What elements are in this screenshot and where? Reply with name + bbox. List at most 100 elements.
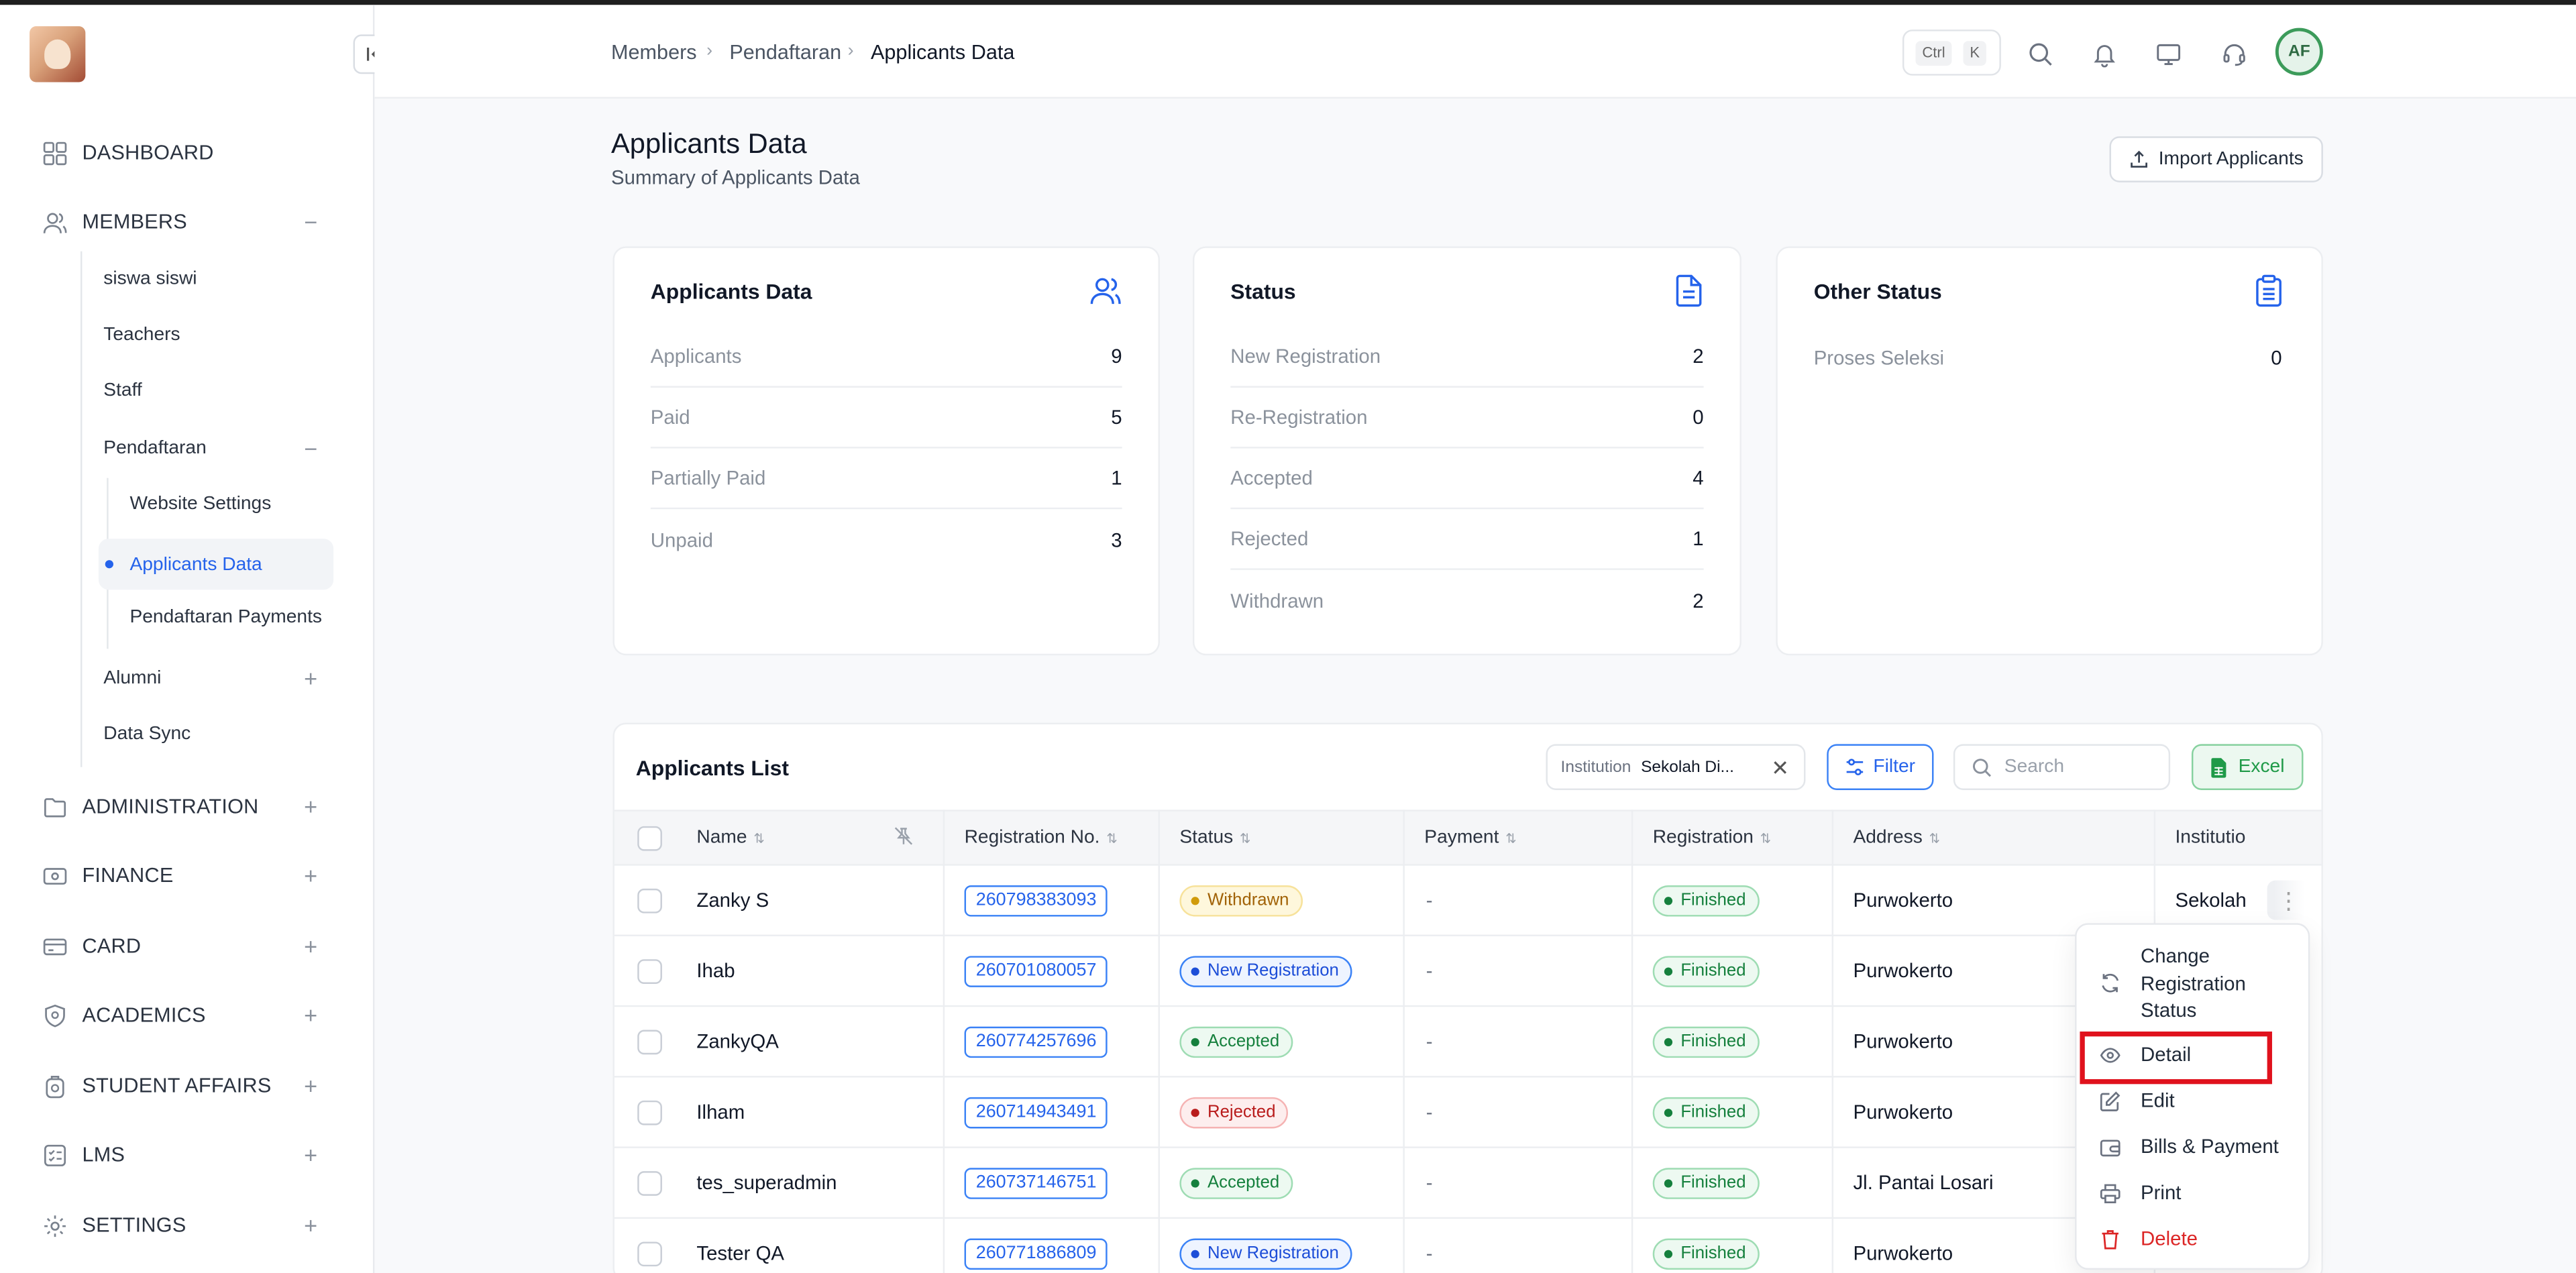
folder-icon xyxy=(43,794,68,819)
status-badge: Withdrawn xyxy=(1179,885,1303,917)
cell-name[interactable]: Ilham xyxy=(696,1101,745,1123)
row-checkbox[interactable] xyxy=(637,1171,662,1196)
collapse-members-icon[interactable]: − xyxy=(304,209,317,235)
menu-item-bills-payment[interactable]: Bills & Payment xyxy=(2077,1133,2312,1163)
breadcrumb-pendaftaran[interactable]: Pendaftaran xyxy=(729,41,841,64)
expand-icon[interactable]: + xyxy=(304,1212,317,1238)
table-row[interactable]: Tester QA 260771886809 New Registration … xyxy=(614,1219,2322,1273)
stat-row: Unpaid 3 xyxy=(651,509,1122,570)
cell-registration-no[interactable]: 260737146751 xyxy=(964,1168,1108,1199)
cell-name[interactable]: tes_superadmin xyxy=(696,1171,837,1194)
search-icon[interactable] xyxy=(2027,41,2053,67)
nav-dashboard[interactable]: DASHBOARD xyxy=(0,128,374,177)
nav-finance[interactable]: FINANCE + xyxy=(0,851,374,900)
headset-icon[interactable] xyxy=(2221,41,2247,67)
stat-label: Proses Seleksi xyxy=(1813,345,1945,369)
row-checkbox[interactable] xyxy=(637,1100,662,1125)
row-checkbox[interactable] xyxy=(637,888,662,914)
menu-item-change-status[interactable]: Change Registration Status xyxy=(2077,943,2312,1025)
cell-registration-no[interactable]: 260714943491 xyxy=(964,1097,1108,1129)
expand-icon[interactable]: + xyxy=(304,1002,317,1028)
sidebar-item-teachers[interactable]: Teachers xyxy=(103,311,180,359)
menu-item-print[interactable]: Print xyxy=(2077,1179,2312,1209)
column-header-institution[interactable]: Institutio xyxy=(2175,828,2245,847)
nav-members-label: MEMBERS xyxy=(82,210,187,233)
registration-badge: Finished xyxy=(1652,1238,1760,1270)
cell-registration-no[interactable]: 260774257696 xyxy=(964,1026,1108,1058)
sidebar-item-label: Applicants Data xyxy=(129,554,262,574)
sidebar-item-siswa-siswi[interactable]: siswa siswi xyxy=(103,255,197,304)
cell-name[interactable]: Tester QA xyxy=(696,1241,784,1264)
expand-icon[interactable]: + xyxy=(304,863,317,889)
expand-alumni-icon[interactable]: + xyxy=(304,665,317,691)
import-applicants-button[interactable]: Import Applicants xyxy=(2109,136,2323,182)
app-logo[interactable] xyxy=(30,26,86,82)
edit-icon xyxy=(2100,1091,2121,1112)
search-input[interactable]: Search xyxy=(1953,744,2171,790)
cell-payment: - xyxy=(1426,1030,1433,1053)
excel-export-button[interactable]: Excel xyxy=(2191,744,2304,790)
sidebar-item-staff[interactable]: Staff xyxy=(103,366,142,415)
sidebar-item-alumni[interactable]: Alumni + xyxy=(103,654,333,703)
sidebar-item-pendaftaran[interactable]: Pendaftaran − xyxy=(103,424,333,473)
bell-icon[interactable] xyxy=(2092,41,2118,68)
cell-name[interactable]: ZankyQA xyxy=(696,1030,778,1053)
cell-name[interactable]: Ihab xyxy=(696,959,735,982)
sidebar-item-label: siswa siswi xyxy=(103,269,197,290)
sidebar-item-data-sync[interactable]: Data Sync xyxy=(103,710,191,759)
column-header-payment[interactable]: Payment ⇅ xyxy=(1424,828,1516,847)
collapse-pendaftaran-icon[interactable]: − xyxy=(304,435,317,461)
expand-icon[interactable]: + xyxy=(304,793,317,820)
sidebar-item-applicants-data[interactable]: Applicants Data xyxy=(98,539,334,590)
menu-item-delete[interactable]: Delete xyxy=(2077,1225,2312,1255)
close-icon[interactable]: ✕ xyxy=(1771,756,1789,782)
table-row[interactable]: ZankyQA 260774257696 Accepted - Finished… xyxy=(614,1007,2322,1078)
column-header-registration-no[interactable]: Registration No. ⇅ xyxy=(965,828,1118,847)
row-checkbox[interactable] xyxy=(637,1030,662,1055)
nav-administration[interactable]: ADMINISTRATION + xyxy=(0,782,374,831)
column-header-name[interactable]: Name ⇅ xyxy=(696,828,764,847)
nav-student-affairs[interactable]: STUDENT AFFAIRS + xyxy=(0,1061,374,1110)
sort-icon: ⇅ xyxy=(1929,831,1941,846)
sidebar-item-pendaftaran-payments[interactable]: Pendaftaran Payments xyxy=(129,593,322,642)
select-all-checkbox[interactable] xyxy=(637,826,662,851)
trash-icon xyxy=(2100,1229,2121,1250)
cell-name[interactable]: Zanky S xyxy=(696,889,769,911)
nav-academics[interactable]: ACADEMICS + xyxy=(0,991,374,1040)
table-row[interactable]: Zanky S 260798383093 Withdrawn - Finishe… xyxy=(614,866,2322,936)
nav-lms[interactable]: LMS + xyxy=(0,1130,374,1179)
sort-icon: ⇅ xyxy=(1760,831,1772,846)
cell-registration-no[interactable]: 260771886809 xyxy=(964,1238,1108,1270)
column-header-address[interactable]: Address ⇅ xyxy=(1853,828,1940,847)
registration-badge: Finished xyxy=(1652,885,1760,917)
menu-item-edit[interactable]: Edit xyxy=(2077,1087,2312,1117)
avatar[interactable]: AF xyxy=(2275,27,2323,76)
column-header-status[interactable]: Status ⇅ xyxy=(1179,828,1250,847)
stat-row: Accepted 4 xyxy=(1230,449,1704,510)
sidebar-item-label: Staff xyxy=(103,381,142,401)
nav-settings[interactable]: SETTINGS + xyxy=(0,1201,374,1250)
row-checkbox[interactable] xyxy=(637,959,662,984)
unpin-icon[interactable] xyxy=(894,826,913,846)
filter-button[interactable]: Filter xyxy=(1827,744,1934,790)
command-palette-shortcut[interactable]: Ctrl K xyxy=(1902,30,2001,76)
expand-icon[interactable]: + xyxy=(304,933,317,959)
institution-filter-chip[interactable]: Institution Sekolah Di... ✕ xyxy=(1546,744,1806,790)
expand-icon[interactable]: + xyxy=(304,1142,317,1168)
stat-row: New Registration 2 xyxy=(1230,327,1704,388)
row-checkbox[interactable] xyxy=(637,1241,662,1267)
cell-registration-no[interactable]: 260798383093 xyxy=(964,885,1108,917)
nav-card[interactable]: CARD + xyxy=(0,922,374,971)
nav-members[interactable]: MEMBERS − xyxy=(0,197,374,246)
cell-registration-no[interactable]: 260701080057 xyxy=(964,956,1108,987)
monitor-icon[interactable] xyxy=(2155,41,2182,67)
breadcrumb-members[interactable]: Members xyxy=(611,41,697,64)
cell-payment: - xyxy=(1426,888,1433,912)
sidebar-item-website-settings[interactable]: Website Settings xyxy=(129,480,271,529)
table-row[interactable]: Ihab 260701080057 New Registration - Fin… xyxy=(614,936,2322,1007)
stat-value: 1 xyxy=(1111,466,1122,490)
table-row[interactable]: tes_superadmin 260737146751 Accepted - F… xyxy=(614,1148,2322,1219)
column-header-registration[interactable]: Registration ⇅ xyxy=(1653,828,1772,847)
expand-icon[interactable]: + xyxy=(304,1072,317,1099)
table-row[interactable]: Ilham 260714943491 Rejected - Finished P… xyxy=(614,1078,2322,1148)
